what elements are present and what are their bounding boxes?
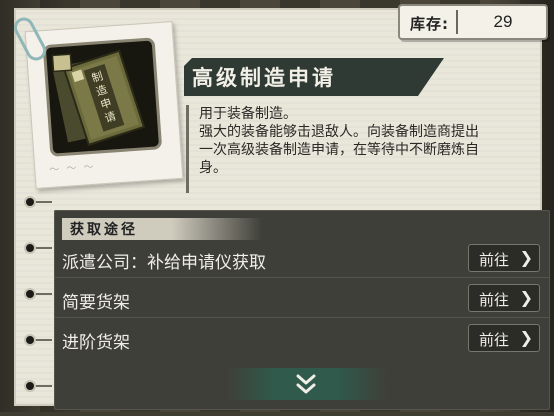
binder-ring — [24, 242, 36, 254]
description-line: 强大的装备能够击退敌人。向装备制造商提出 — [199, 124, 479, 140]
expand-button[interactable] — [226, 368, 386, 400]
binder-ring — [24, 196, 36, 208]
go-button-label: 前往 — [479, 291, 510, 309]
binder-rings — [18, 190, 52, 416]
go-button-label: 前往 — [479, 331, 510, 349]
stock-label: 库存: — [410, 15, 449, 33]
item-info-card: 制 造 申 请 ～ ～ ～ 高级制造申请 用于装备制造。 强大的装备能够击退敌人… — [10, 8, 550, 410]
row-divider — [54, 277, 550, 278]
binder-ring-line — [36, 247, 52, 249]
go-button[interactable]: 前往 ❯ — [468, 324, 540, 352]
row-divider — [54, 317, 550, 318]
acquisition-route-row: 简要货架 前往 ❯ — [54, 280, 550, 318]
stock-divider — [456, 10, 458, 34]
photo-scribble: ～ ～ ～ — [49, 161, 97, 176]
manufacturing-request-book-icon: 制 造 申 请 — [42, 37, 163, 157]
acquisition-header: 获取途径 — [70, 222, 138, 238]
item-description: 用于装备制造。 强大的装备能够击退敌人。向装备制造商提出 一次高级装备制造申请，… — [186, 105, 536, 193]
acquisition-route-row: 派遣公司：补给申请仪获取 前往 ❯ — [54, 240, 550, 278]
title-banner-corner — [184, 58, 192, 66]
description-line: 一次高级装备制造申请，在等待中不断磨炼自 — [199, 142, 479, 158]
route-label: 简要货架 — [62, 293, 130, 313]
binder-ring-line — [36, 293, 52, 295]
chevron-right-icon: ❯ — [519, 248, 533, 267]
go-button-label: 前往 — [479, 251, 510, 269]
binder-ring-line — [36, 339, 52, 341]
route-label: 进阶货架 — [62, 333, 130, 353]
item-title: 高级制造申请 — [192, 66, 336, 90]
chevron-right-icon: ❯ — [519, 328, 533, 347]
go-button[interactable]: 前往 ❯ — [468, 244, 540, 272]
stock-count: 29 — [493, 12, 513, 31]
double-chevron-down-icon — [296, 374, 316, 394]
binder-ring-line — [36, 385, 52, 387]
stock-tag: 库存: 29 — [398, 4, 548, 40]
binder-ring-line — [36, 201, 52, 203]
route-label: 派遣公司：补给申请仪获取 — [62, 253, 266, 273]
description-line: 用于装备制造。 — [199, 106, 297, 122]
description-line: 身。 — [199, 160, 227, 176]
go-button[interactable]: 前往 ❯ — [468, 284, 540, 312]
binder-ring — [24, 334, 36, 346]
binder-ring — [24, 288, 36, 300]
binder-ring — [24, 380, 36, 392]
item-photo: 制 造 申 请 ～ ～ ～ — [24, 21, 184, 189]
acquisition-route-row: 进阶货架 前往 ❯ — [54, 320, 550, 358]
chevron-right-icon: ❯ — [519, 288, 533, 307]
